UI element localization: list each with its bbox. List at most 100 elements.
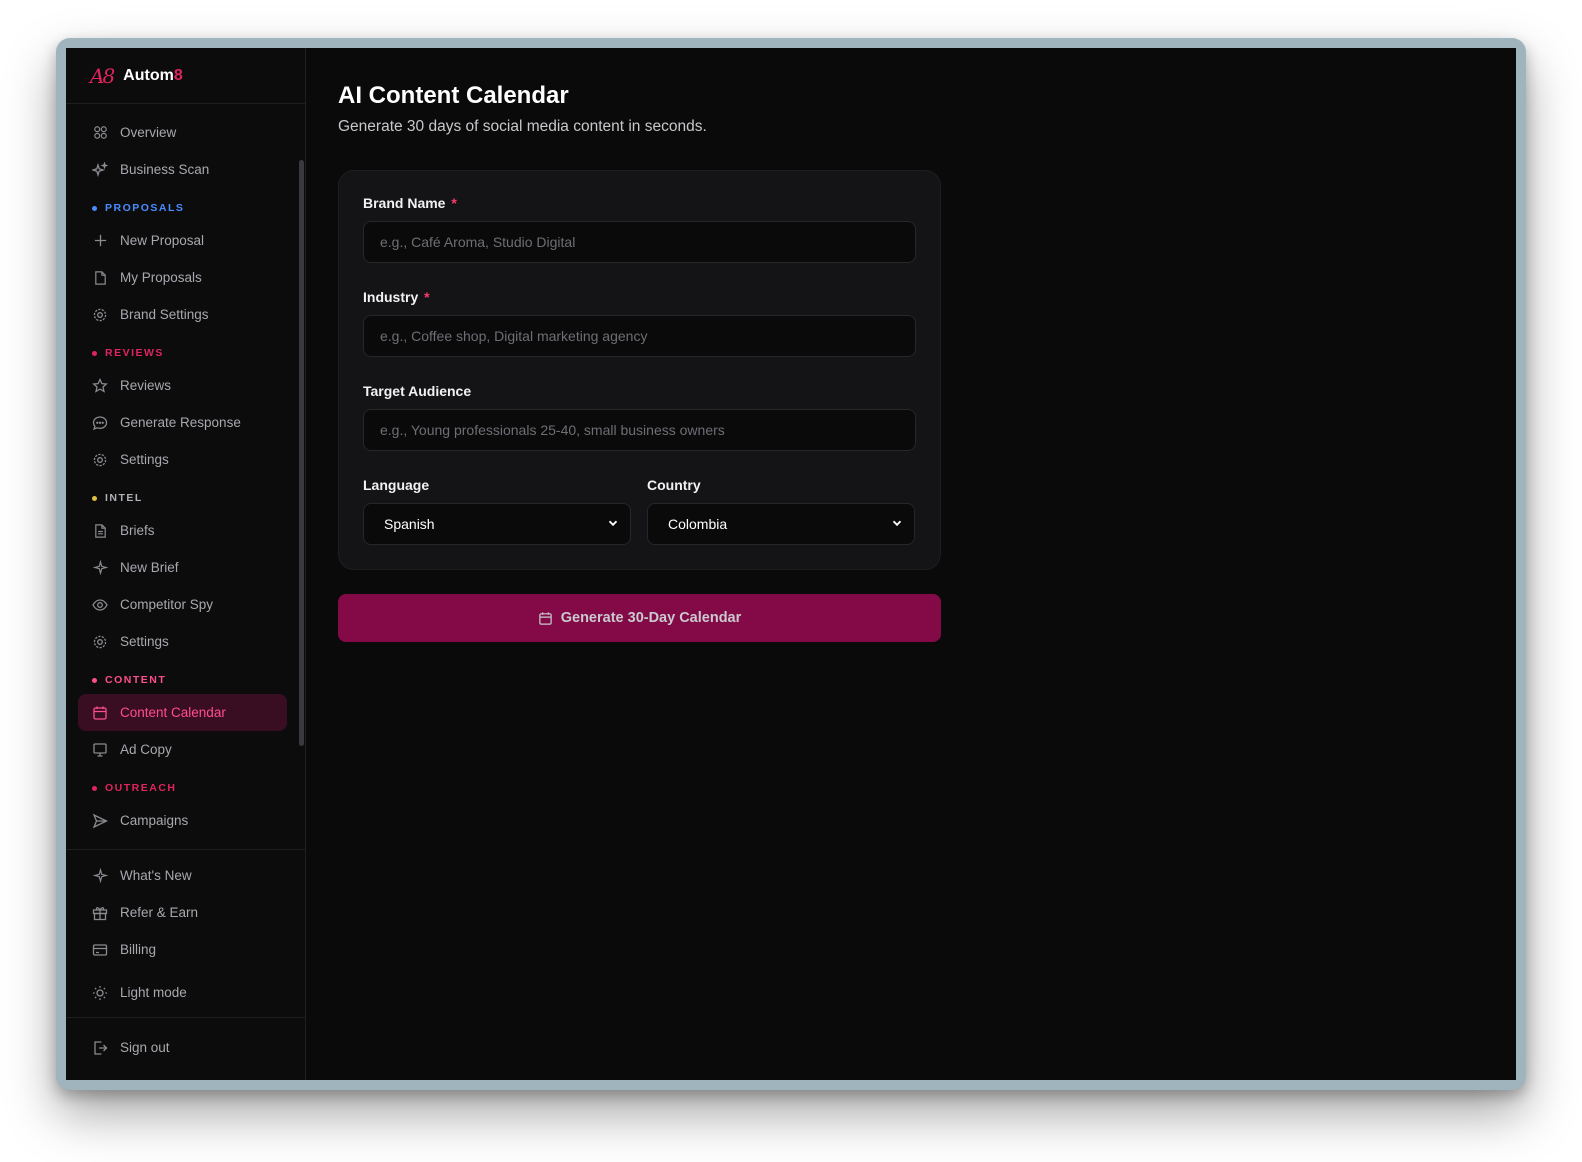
- app-window: A8 Autom8 Overview Business Scan PROPOSA…: [66, 48, 1516, 1080]
- sidebar-item-label: Ad Copy: [120, 742, 172, 757]
- section-dot: [92, 495, 97, 501]
- brand-name-input[interactable]: e.g., Café Aroma, Studio Digital: [363, 221, 916, 263]
- sidebar-item-label: My Proposals: [120, 270, 202, 285]
- brand-logo: A8: [90, 63, 115, 88]
- light-mode-toggle[interactable]: Light mode: [78, 974, 287, 1011]
- sidebar-item-label: Refer & Earn: [120, 905, 199, 920]
- signout-section: Sign out: [66, 1017, 305, 1080]
- sidebar-item-content-calendar[interactable]: Content Calendar: [78, 694, 287, 731]
- chevron-down-icon: [608, 518, 618, 531]
- sidebar-item-label: New Brief: [120, 560, 179, 575]
- sidebar-bottom: What's New Refer & Earn Billing Light mo…: [66, 849, 305, 1080]
- language-field: Language Spanish: [363, 477, 631, 545]
- sidebar-item-billing[interactable]: Billing: [78, 931, 287, 968]
- country-label: Country: [647, 477, 701, 493]
- page-title: AI Content Calendar: [338, 82, 569, 109]
- sidebar-item-reviews-settings[interactable]: Settings: [78, 441, 287, 478]
- sparkle-icon: [92, 560, 108, 576]
- industry-placeholder: e.g., Coffee shop, Digital marketing age…: [380, 328, 648, 344]
- industry-input[interactable]: e.g., Coffee shop, Digital marketing age…: [363, 315, 916, 357]
- sidebar-item-label: Billing: [120, 942, 157, 957]
- sidebar-item-whats-new[interactable]: What's New: [78, 857, 287, 894]
- calendar-icon: [92, 705, 108, 721]
- sidebar-item-label: What's New: [120, 868, 192, 883]
- chevron-down-icon: [892, 518, 902, 531]
- sidebar-item-label: Overview: [120, 125, 177, 140]
- country-value: Colombia: [668, 516, 728, 532]
- sidebar-item-label: Content Calendar: [120, 705, 226, 720]
- target-audience-label: Target Audience: [363, 383, 472, 399]
- section-title-reviews: REVIEWS: [66, 333, 305, 367]
- section-dot: [92, 205, 97, 211]
- sidebar-item-business-scan[interactable]: Business Scan: [78, 151, 287, 188]
- country-select[interactable]: Colombia: [647, 503, 915, 545]
- sidebar-item-label: Settings: [120, 634, 169, 649]
- sidebar-item-label: New Proposal: [120, 233, 205, 248]
- language-label: Language: [363, 477, 430, 493]
- industry-label: Industry *: [363, 289, 430, 305]
- sidebar-item-label: Business Scan: [120, 162, 210, 177]
- page-subtitle: Generate 30 days of social media content…: [338, 118, 707, 135]
- sidebar-item-intel-settings[interactable]: Settings: [78, 623, 287, 660]
- sidebar-item-label: Campaigns: [120, 813, 189, 828]
- sun-icon: [92, 985, 108, 1001]
- sidebar-item-new-brief[interactable]: New Brief: [78, 549, 287, 586]
- sidebar-item-ad-copy[interactable]: Ad Copy: [78, 731, 287, 768]
- section-dot: [92, 350, 97, 356]
- brand-name-label: Brand Name *: [363, 195, 457, 211]
- section-dot: [92, 677, 97, 683]
- star-icon: [92, 377, 108, 394]
- sidebar-item-label: Reviews: [120, 378, 172, 393]
- document-icon: [92, 523, 108, 539]
- section-title-outreach: OUTREACH: [66, 768, 305, 802]
- sidebar-item-label: Settings: [120, 452, 169, 467]
- gift-icon: [92, 905, 108, 921]
- section-title-content: CONTENT: [66, 660, 305, 694]
- sidebar-item-reviews[interactable]: Reviews: [78, 367, 287, 404]
- brand[interactable]: A8 Autom8: [66, 48, 305, 104]
- sidebar-nav: Overview Business Scan PROPOSALS New Pro…: [66, 104, 305, 849]
- sidebar: A8 Autom8 Overview Business Scan PROPOSA…: [66, 48, 306, 1080]
- calendar-form-card: Brand Name * e.g., Café Aroma, Studio Di…: [338, 170, 941, 570]
- language-value: Spanish: [384, 516, 435, 532]
- calendar-icon: [538, 611, 553, 626]
- gear-icon: [92, 307, 108, 323]
- window-frame: A8 Autom8 Overview Business Scan PROPOSA…: [56, 38, 1526, 1090]
- sidebar-item-competitor-spy[interactable]: Competitor Spy: [78, 586, 287, 623]
- target-audience-placeholder: e.g., Young professionals 25-40, small b…: [380, 422, 725, 438]
- sidebar-item-campaigns[interactable]: Campaigns: [78, 802, 287, 839]
- credit-card-icon: [92, 942, 108, 958]
- chat-icon: [92, 415, 108, 431]
- eye-icon: [92, 597, 108, 613]
- send-icon: [92, 813, 108, 829]
- sidebar-item-label: Briefs: [120, 523, 155, 538]
- sidebar-scrollbar[interactable]: [299, 160, 304, 746]
- sidebar-item-brand-settings[interactable]: Brand Settings: [78, 296, 287, 333]
- language-select[interactable]: Spanish: [363, 503, 631, 545]
- file-icon: [92, 270, 108, 286]
- sidebar-item-label: Generate Response: [120, 415, 241, 430]
- generate-calendar-button[interactable]: Generate 30-Day Calendar: [338, 594, 941, 642]
- sidebar-item-refer-earn[interactable]: Refer & Earn: [78, 894, 287, 931]
- brand-name-placeholder: e.g., Café Aroma, Studio Digital: [380, 234, 576, 250]
- section-title-intel: INTEL: [66, 478, 305, 512]
- target-audience-input[interactable]: e.g., Young professionals 25-40, small b…: [363, 409, 916, 451]
- sidebar-item-label: Brand Settings: [120, 307, 209, 322]
- plus-icon: [92, 233, 108, 249]
- sidebar-item-overview[interactable]: Overview: [78, 114, 287, 151]
- sidebar-item-briefs[interactable]: Briefs: [78, 512, 287, 549]
- sidebar-item-new-proposal[interactable]: New Proposal: [78, 222, 287, 259]
- sidebar-item-my-proposals[interactable]: My Proposals: [78, 259, 287, 296]
- monitor-icon: [92, 742, 108, 758]
- sidebar-item-label: Competitor Spy: [120, 597, 214, 612]
- generate-button-label: Generate 30-Day Calendar: [560, 610, 742, 626]
- sign-out-button[interactable]: Sign out: [78, 1029, 287, 1066]
- main-content: AI Content Calendar Generate 30 days of …: [306, 48, 1516, 1080]
- grid-icon: [92, 125, 108, 141]
- section-dot: [92, 785, 97, 791]
- sidebar-item-label: Sign out: [120, 1040, 170, 1055]
- country-field: Country Colombia: [647, 477, 915, 545]
- logout-icon: [92, 1040, 108, 1056]
- sidebar-item-generate-response[interactable]: Generate Response: [78, 404, 287, 441]
- section-title-proposals: PROPOSALS: [66, 188, 305, 222]
